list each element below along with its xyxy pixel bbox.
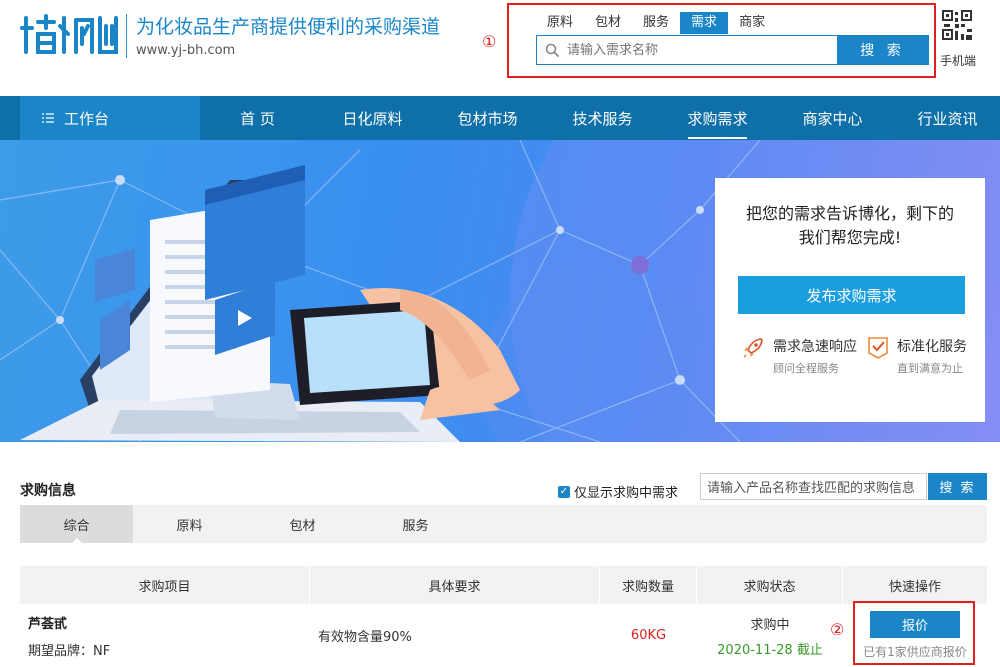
table-header: 求购项目 具体要求 求购数量 求购状态 快速操作 [20,566,987,604]
tab-service[interactable]: 服务 [359,505,472,543]
header-search-bar: 搜 索 [536,35,929,65]
publish-demand-card: 把您的需求告诉博化，剩下的 我们帮您完成! 发布求购需求 需求急速响应 顾问全程… [715,178,985,422]
site-url: www.yj-bh.com [136,43,236,58]
purchase-search-input[interactable]: 请输入产品名称查找匹配的求购信息 [700,473,927,500]
site-slogan: 为化妆品生产商提供便利的采购渠道 [136,16,441,38]
purchase-search-button[interactable]: 搜 索 [928,473,987,500]
header-search-input[interactable] [567,42,837,58]
logo-divider [126,14,127,58]
hero-banner: 把您的需求告诉博化，剩下的 我们帮您完成! 发布求购需求 需求急速响应 顾问全程… [0,140,1000,442]
search-category-service[interactable]: 服务 [632,12,680,34]
card-headline-line2: 我们帮您完成! [798,228,902,247]
tab-raw-materials[interactable]: 原料 [133,505,246,543]
column-header-action: 快速操作 [888,579,941,595]
feature-fast-response-title: 需求急速响应 [773,339,857,355]
cell-item: 芦荟甙 期望品牌：NF [20,604,310,667]
annotation-number-2: ② [830,620,845,639]
site-header: 为化妆品生产商提供便利的采购渠道 www.yj-bh.com ① 原料 包材 服… [0,0,1000,96]
checkbox-checked-icon[interactable]: ✓ [558,485,570,498]
workbench-label: 工作台 [64,109,110,128]
deadline-text: 2020-11-28 截止 [717,642,823,658]
feature-fast-response-sub: 顾问全程服务 [773,362,839,375]
nav-item-raw-materials[interactable]: 日化原料 [315,96,430,140]
product-name[interactable]: 芦荟甙 [28,613,67,632]
purchase-category-tabs: 综合 原料 包材 服务 [20,505,987,543]
list-menu-icon [42,113,54,123]
quantity-value: 60KG [630,628,667,643]
publish-demand-button[interactable]: 发布求购需求 [738,276,965,314]
rocket-icon [743,338,763,358]
active-only-label: 仅显示求购中需求 [574,486,679,501]
active-only-checkbox[interactable]: ✓ 仅显示求购中需求 [558,482,678,501]
cell-requirement: 有效物含量90% [310,604,600,667]
column-header-status: 求购状态 [697,566,843,604]
product-brand: 期望品牌：NF [28,643,111,659]
nav-item-merchant-center[interactable]: 商家中心 [775,96,890,140]
nav-item-tech-service[interactable]: 技术服务 [545,96,660,140]
nav-item-home[interactable]: 首 页 [200,96,315,140]
search-category-packaging[interactable]: 包材 [584,12,632,34]
qr-code-icon[interactable] [942,10,972,40]
nav-item-purchase-demand[interactable]: 求购需求 [660,96,775,140]
brand-logo[interactable] [20,12,120,58]
mobile-label[interactable]: 手机端 [940,52,976,69]
cell-quantity: 60KG [600,604,697,667]
tab-packaging[interactable]: 包材 [246,505,359,543]
feature-fast-response-text: 需求急速响应 顾问全程服务 [773,336,857,376]
feature-standard-service-title: 标准化服务 [897,339,967,355]
search-category-raw[interactable]: 原料 [536,12,584,34]
search-category-tabs: 原料 包材 服务 需求 商家 [536,12,776,34]
annotation-number-1: ① [482,32,497,51]
requirement-text: 有效物含量90% [318,630,412,645]
purchase-info-title: 求购信息 [20,483,76,499]
search-icon [545,43,559,57]
tab-all[interactable]: 综合 [20,505,133,543]
feature-standard-service-sub: 直到满意为止 [897,362,963,375]
nav-item-packaging[interactable]: 包材市场 [430,96,545,140]
cell-status: 求购中 2020-11-28 截止 [697,604,843,667]
status-text: 求购中 [750,617,790,633]
checkmark-badge-icon [868,337,888,359]
column-header-quantity: 求购数量 [600,566,697,604]
nav-item-industry-news[interactable]: 行业资讯 [890,96,1000,140]
card-headline: 把您的需求告诉博化，剩下的 我们帮您完成! [715,202,985,250]
header-search-field [537,36,837,64]
main-nav: 工作台 首 页 日化原料 包材市场 技术服务 求购需求 商家中心 行业资讯 [0,96,1000,140]
header-search-button[interactable]: 搜 索 [837,36,928,64]
feature-standard-service-text: 标准化服务 直到满意为止 [897,336,967,376]
nav-items: 首 页 日化原料 包材市场 技术服务 求购需求 商家中心 行业资讯 [200,96,1000,140]
workbench-menu[interactable]: 工作台 [20,96,200,140]
feature-standard-service: 标准化服务 直到满意为止 [867,336,967,376]
feature-fast-response: 需求急速响应 顾问全程服务 [741,336,857,376]
column-header-requirement: 具体要求 [310,566,600,604]
search-category-merchant[interactable]: 商家 [728,12,776,34]
page: 为化妆品生产商提供便利的采购渠道 www.yj-bh.com ① 原料 包材 服… [0,0,1000,667]
card-headline-line1: 把您的需求告诉博化，剩下的 [745,204,954,223]
annotation-box-quote [853,601,975,665]
search-category-demand[interactable]: 需求 [680,12,729,34]
column-header-item: 求购项目 [20,566,310,604]
